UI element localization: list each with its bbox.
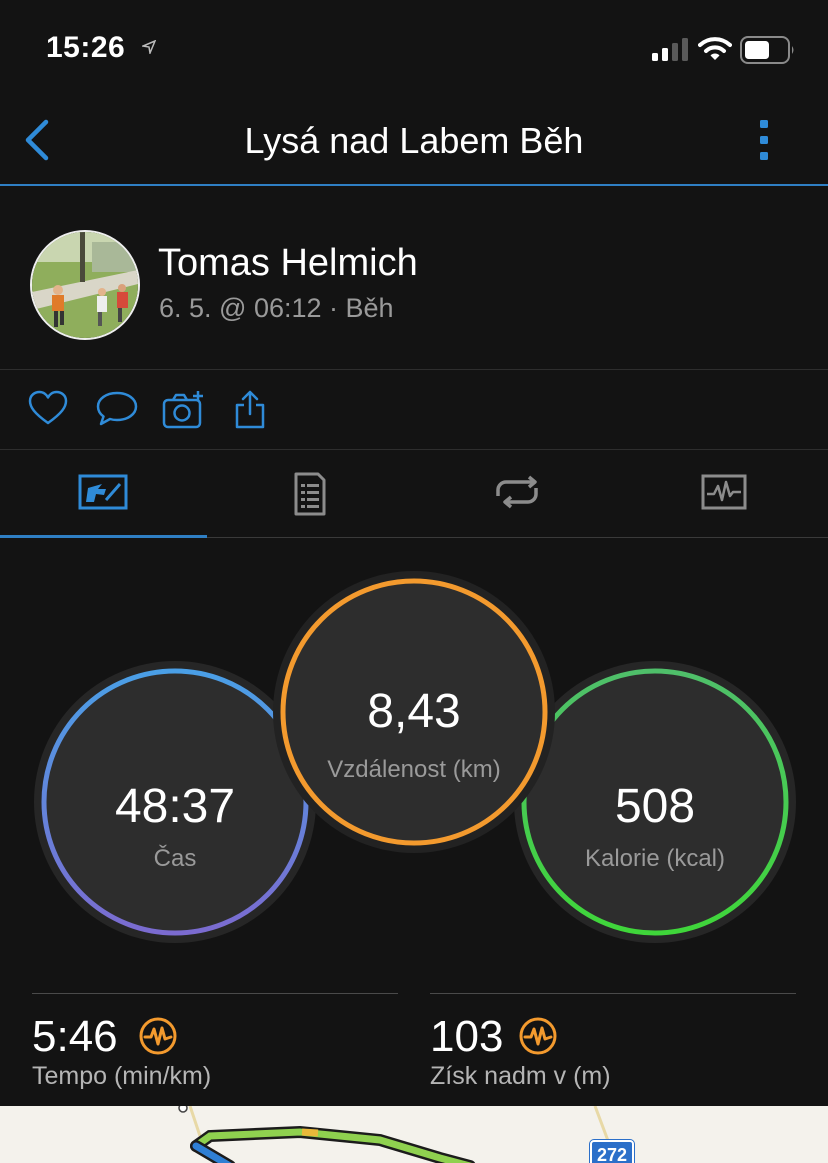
activity-owner: Tomas Helmich 6. 5. @ 06:12 · Běh [0,186,828,370]
pace-label: Tempo (min/km) [32,1062,212,1090]
avatar[interactable] [30,230,140,340]
share-icon[interactable] [234,390,266,435]
active-tab-indicator [0,535,207,538]
status-time: 15:26 [46,31,126,64]
like-heart-icon[interactable] [28,390,68,431]
battery-icon [740,36,796,69]
tab-charts[interactable] [621,450,828,537]
pace-stat: 5:46 Tempo (min/km) [32,993,398,1090]
tab-laps[interactable] [414,450,621,537]
details-list-icon [294,472,326,516]
page-title: Lysá nad Labem Běh [244,120,584,161]
comment-icon[interactable] [95,390,139,433]
distance-ring: 8,43 Vzdálenost (km) [272,570,556,854]
road-number-badge: 272 [590,1140,634,1163]
more-options-icon[interactable] [748,116,780,169]
add-photo-icon[interactable] [162,390,206,435]
pulse-icon [518,1016,558,1061]
overview-icon [78,474,128,510]
pace-value: 5:46 [32,1012,118,1061]
activity-tabs [0,450,828,538]
user-name[interactable]: Tomas Helmich [158,242,418,285]
cellular-signal-icon [652,38,690,67]
social-actions [0,370,828,450]
elevation-gain-value: 103 [430,1012,504,1061]
tab-details[interactable] [207,450,414,537]
status-bar: 15:26 [0,0,828,100]
laps-repeat-icon [496,475,538,509]
chart-pulse-icon [701,474,747,510]
elevation-gain-label: Získ nadm v (m) [430,1062,611,1090]
navigation-bar: Lysá nad Labem Běh [0,100,828,186]
elevation-gain-stat: 103 Získ nadm v (m) [430,993,796,1090]
pulse-icon [138,1016,178,1061]
distance-label: Vzdálenost (km) [327,756,501,783]
wifi-icon [698,36,732,67]
route-map[interactable]: 272 [0,1106,828,1163]
activity-date-type: 6. 5. @ 06:12 · Běh [159,293,394,323]
distance-value: 8,43 [367,685,461,738]
location-arrow-icon [140,39,157,59]
tab-overview[interactable] [0,450,207,538]
